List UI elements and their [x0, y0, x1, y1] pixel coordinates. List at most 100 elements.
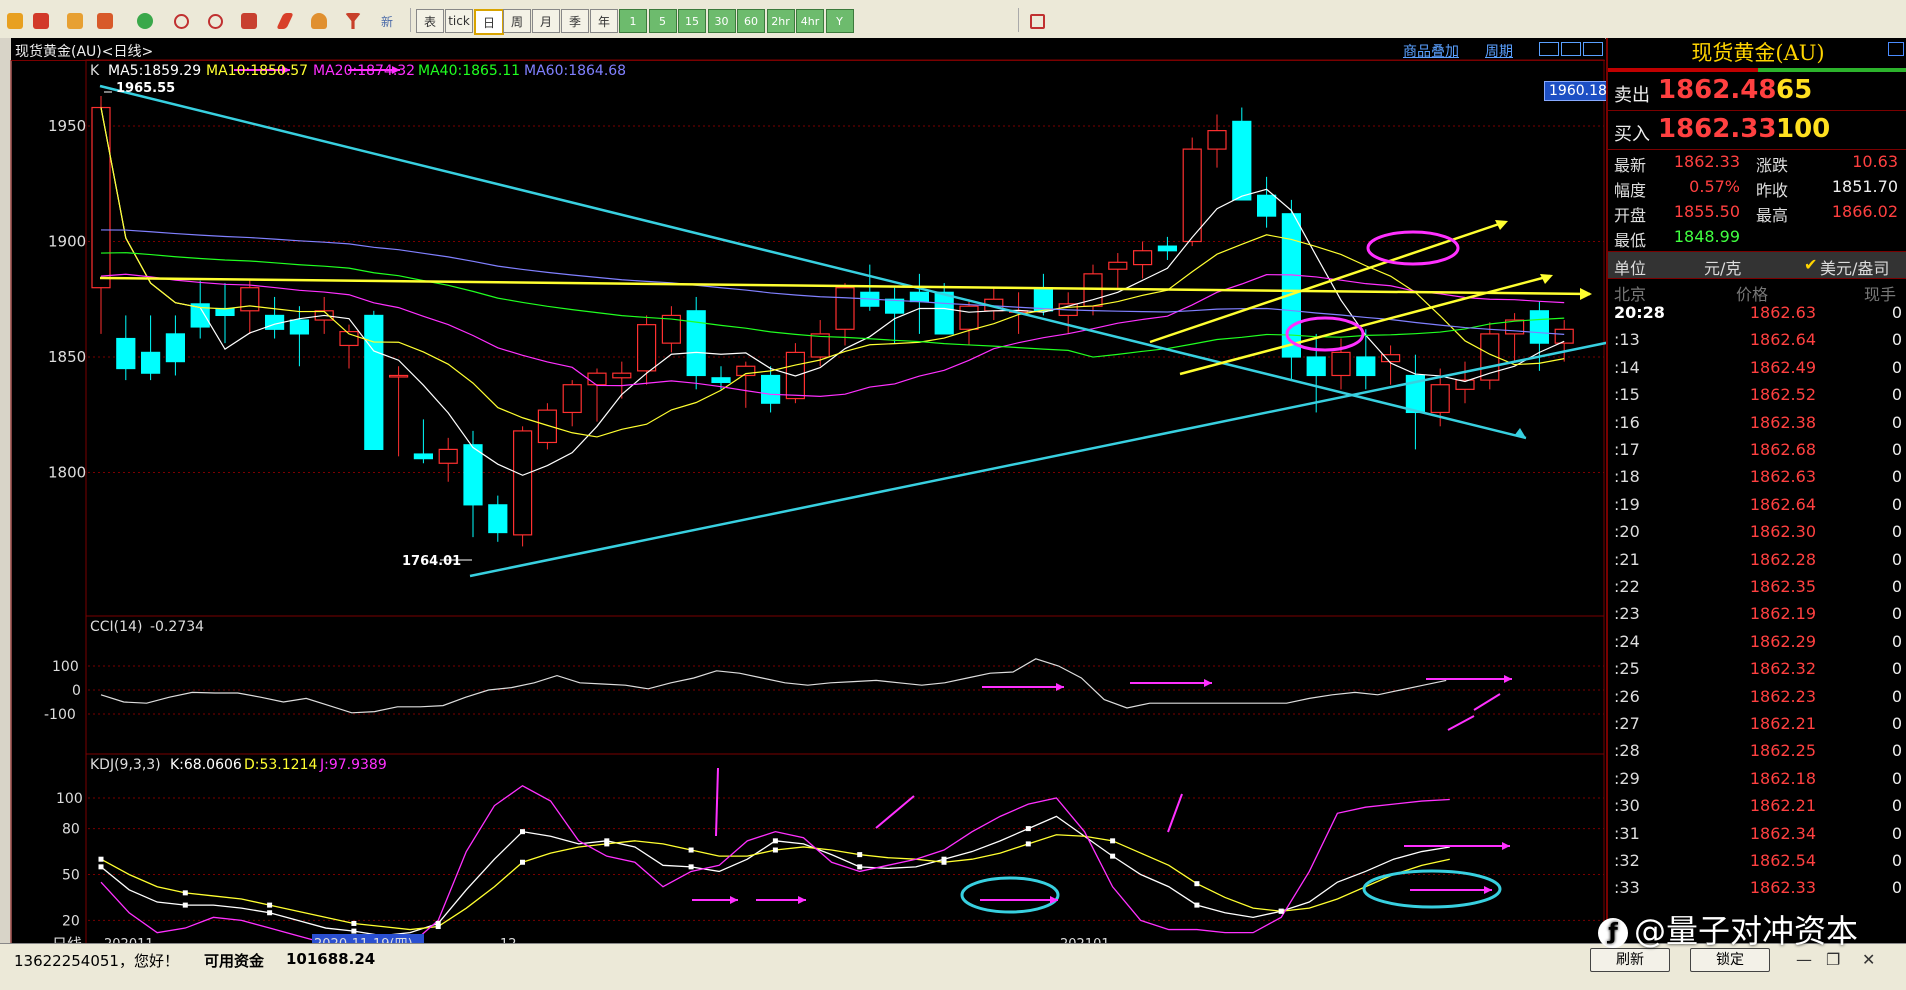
kdj-marker: [1110, 853, 1116, 859]
kdj-marker: [688, 864, 694, 870]
tick-row: :24 1862.29 0: [1608, 632, 1906, 659]
kdj-marker: [772, 847, 778, 853]
tick-row: :21 1862.28 0: [1608, 550, 1906, 577]
candle-body: [413, 453, 433, 460]
tick-price: 1862.33: [1749, 878, 1816, 898]
candle-body: [240, 287, 260, 312]
candle-body: [909, 291, 930, 303]
minimize-icon[interactable]: —: [1796, 950, 1812, 969]
kline-chart-area[interactable]: 1950 1900 1850 1800 100 0 -100 100 80 50 20 0 日线2…: [0, 38, 1606, 943]
tick-time: :25: [1614, 659, 1640, 679]
tick-qty: 0: [1891, 768, 1902, 788]
period-button[interactable]: 30: [707, 9, 736, 33]
brand-logo-icon: ƒ: [1598, 918, 1628, 948]
period-button[interactable]: 月: [532, 9, 560, 33]
candle-body: [463, 444, 483, 506]
tick-row: :16 1862.38 0: [1608, 413, 1906, 440]
y-tick-label: 1950: [48, 117, 86, 135]
tick-price: 1862.25: [1749, 741, 1816, 761]
tick-price: 1862.21: [1749, 714, 1816, 733]
stat-value: 1851.70: [1831, 177, 1898, 196]
kdj-marker: [604, 841, 610, 847]
candle-body: [1108, 261, 1128, 270]
refresh-icon[interactable]: [132, 9, 158, 33]
tick-row: :17 1862.68 0: [1608, 440, 1906, 467]
zoom-out-icon[interactable]: [202, 9, 228, 33]
tick-time: :29: [1614, 768, 1640, 788]
candle-body: [587, 372, 607, 386]
period-button[interactable]: 4hr: [796, 9, 824, 33]
close-icon[interactable]: ✕: [1862, 950, 1875, 969]
period-button[interactable]: Y: [825, 9, 854, 33]
period-button[interactable]: 60: [737, 9, 765, 33]
kdj-marker: [351, 928, 357, 934]
period-button[interactable]: 1: [619, 9, 647, 33]
new-button[interactable]: 新: [374, 9, 400, 33]
tick-qty: 0: [1891, 577, 1902, 596]
quote-title-text: 现货黄金(AU): [1691, 41, 1825, 65]
tick-time: :17: [1614, 440, 1640, 459]
window-icon[interactable]: [236, 9, 262, 33]
unit-value[interactable]: 元/克: [1704, 255, 1741, 279]
candle-body: [1157, 245, 1178, 252]
tick-row: :23 1862.19 0: [1608, 604, 1906, 631]
tick-row: :20 1862.30 0: [1608, 522, 1906, 549]
candle-body: [512, 430, 533, 536]
tick-price: 1862.63: [1749, 303, 1816, 322]
tick-qty: 0: [1891, 357, 1902, 377]
period-button[interactable]: 2hr: [766, 9, 795, 33]
legend-k: K: [90, 63, 100, 79]
tick-qty: 0: [1891, 385, 1902, 405]
period-button[interactable]: 季: [561, 9, 589, 33]
candle-body: [934, 291, 954, 335]
tick-time: :14: [1614, 357, 1640, 377]
candle-body: [835, 287, 855, 330]
filter-icon[interactable]: [340, 9, 366, 33]
annotation-arrow: [1447, 715, 1475, 731]
period-button[interactable]: 5: [648, 9, 677, 33]
tick-price: 1862.29: [1749, 631, 1816, 651]
greeting-text: 13622254051，您好！: [14, 952, 179, 970]
unit-alt[interactable]: 美元/盎司: [1820, 255, 1889, 279]
x-axis-title: 日线: [52, 935, 82, 943]
zoom-in-icon[interactable]: [168, 9, 194, 33]
stat-label: 最新: [1614, 156, 1647, 175]
tick-time: :21: [1614, 549, 1640, 569]
maximize-icon[interactable]: [1888, 42, 1904, 56]
tick-price: 1862.21: [1749, 796, 1816, 816]
stat-value: 10.63: [1852, 152, 1898, 171]
tick-qty: 0: [1891, 604, 1902, 624]
pen-icon[interactable]: [272, 9, 298, 33]
period-button[interactable]: tick: [445, 9, 473, 33]
tick-price: 1862.35: [1749, 577, 1816, 596]
candle-body: [1554, 328, 1574, 344]
stat-label: 开盘: [1614, 206, 1647, 225]
tick-price: 1862.52: [1749, 385, 1816, 405]
kdj-marker: [688, 847, 694, 853]
tick-time: :19: [1614, 494, 1640, 514]
tick-qty: 0: [1891, 549, 1902, 569]
tick-price: 1862.54: [1749, 851, 1816, 870]
bell-icon[interactable]: [306, 9, 332, 33]
restore-icon[interactable]: ❐: [1826, 950, 1840, 969]
stat-label: 涨跌: [1756, 156, 1789, 175]
tick-row: :15 1862.52 0: [1608, 385, 1906, 412]
folder-icon[interactable]: [62, 9, 88, 33]
kdj-marker: [351, 920, 357, 926]
back-arrow-icon[interactable]: [2, 9, 28, 33]
period-button[interactable]: 15: [678, 9, 706, 33]
period-button[interactable]: 周: [503, 9, 531, 33]
sell-row: 卖出 1862.48 65: [1608, 72, 1906, 111]
period-button[interactable]: 表: [416, 9, 444, 33]
candle-body: [1207, 130, 1227, 150]
home-icon[interactable]: [28, 9, 54, 33]
tick-price: 1862.19: [1749, 604, 1816, 624]
calendar-icon[interactable]: [1024, 9, 1050, 33]
kdj-marker: [1194, 902, 1200, 908]
candle-body: [488, 504, 508, 534]
news-icon[interactable]: [92, 9, 118, 33]
tick-row: :22 1862.35 0: [1608, 577, 1906, 604]
tick-qty: 0: [1891, 467, 1902, 487]
period-button[interactable]: 年: [590, 9, 618, 33]
period-button[interactable]: 日: [474, 9, 504, 35]
